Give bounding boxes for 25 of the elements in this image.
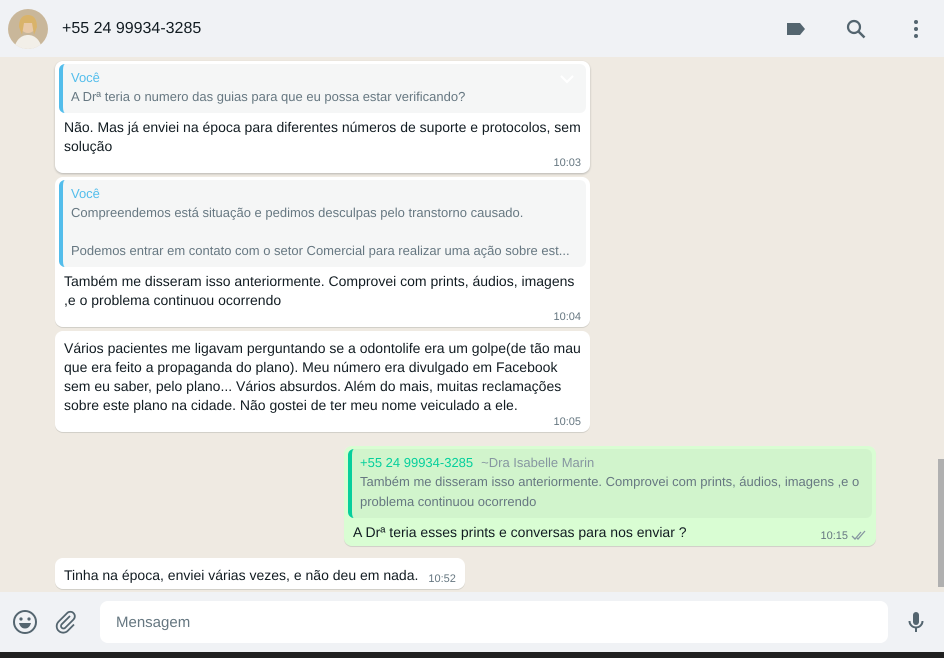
quoted-message[interactable]: Você A Drª teria o numero das guias para que eu possa estar verificando? xyxy=(59,64,586,113)
quote-author: Você xyxy=(71,186,100,201)
quote-push-name: ~Dra Isabelle Marin xyxy=(481,455,594,470)
quote-text: A Drª teria o numero das guias para que eu possa estar verificando? xyxy=(71,88,466,106)
quoted-message[interactable]: +55 24 99934-3285 ~Dra Isabelle Marin Também me disseram isso anteriormente. Comprovei com prints, áudios, imagens ,e o problema continuou ocorrendo xyxy=(348,449,872,518)
message-time: 10:52 xyxy=(428,572,456,584)
attachment-icon[interactable] xyxy=(54,610,78,634)
message-time: 10:03 xyxy=(553,156,581,168)
message-text: Vários pacientes me ligavam perguntando se a odontolife era um golpe(de tão mau que era feito a propaganda do plano). Meu número era divulgado em Facebook sem eu saber, pelo plano... Vários absurdos. Além do mais, muitas reclamações sobre este plano na cidade. Não gostei de ter meu nome veiculado a ele. xyxy=(64,339,581,415)
quote-author: +55 24 99934-3285 xyxy=(360,455,474,470)
quote-text: Podemos entrar em contato com o setor Comercial para realizar uma ação sobre est... xyxy=(71,242,571,260)
quote-text: Também me disseram isso anteriormente. Comprovei com prints, áudios, imagens ,e o problema continuou ocorrendo xyxy=(360,473,860,511)
message-time: 10:15 xyxy=(820,530,848,542)
message-input[interactable]: Mensagem xyxy=(100,601,888,643)
quote-author: Você xyxy=(71,70,100,85)
message-time: 10:04 xyxy=(553,310,581,322)
quote-text: Compreendemos está situação e pedimos desculpas pelo transtorno causado. xyxy=(71,204,524,222)
quoted-message[interactable]: Você Compreendemos está situação e pedimos desculpas pelo transtorno causado. Podemos entrar em contato com o setor Comercial para realizar uma ação sobre est... xyxy=(59,180,586,267)
message-time: 10:05 xyxy=(553,416,581,428)
message-text: Tinha na época, enviei várias vezes, e não deu em nada. xyxy=(64,566,418,585)
message-text: Também me disseram isso anteriormente. Comprovei com prints, áudios, imagens ,e o problema continuou ocorrendo xyxy=(64,272,576,310)
message-text: Não. Mas já enviei na época para diferentes números de suporte e protocolos, sem solução xyxy=(64,118,581,156)
message-text: A Drª teria esses prints e conversas para nos enviar ? xyxy=(353,523,687,542)
emoji-icon[interactable] xyxy=(12,609,38,635)
scrollbar[interactable] xyxy=(938,459,944,587)
